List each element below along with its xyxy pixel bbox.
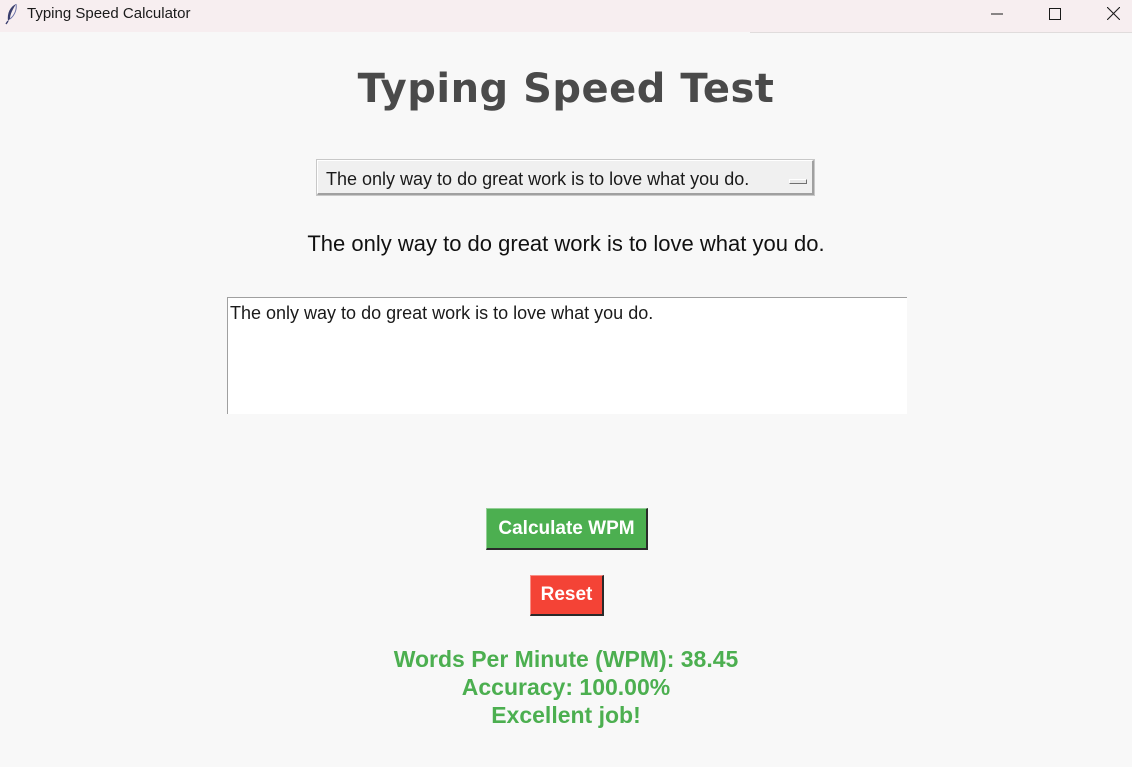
title-bar-divider <box>750 32 1132 33</box>
feedback-message: Excellent job! <box>491 702 641 728</box>
close-button[interactable] <box>1090 0 1132 32</box>
close-icon <box>1106 6 1120 25</box>
typing-input-value: The only way to do great work is to love… <box>230 303 654 323</box>
accuracy-result: Accuracy: 100.00% <box>461 674 671 700</box>
wpm-result: Words Per Minute (WPM): 38.45 <box>393 646 739 672</box>
dropdown-selected-value: The only way to do great work is to love… <box>326 169 750 189</box>
minimize-button[interactable] <box>974 0 1020 32</box>
feather-icon <box>4 3 20 25</box>
maximize-icon <box>1049 7 1061 25</box>
option-menu-indicator-icon <box>789 179 807 184</box>
results-panel: Words Per Minute (WPM): 38.45 Accuracy: … <box>0 645 1132 729</box>
app-window: Typing Speed Calculator Typing Speed Tes… <box>0 0 1132 767</box>
target-sentence: The only way to do great work is to love… <box>307 231 825 256</box>
reset-button[interactable]: Reset <box>530 575 604 616</box>
calculate-wpm-button[interactable]: Calculate WPM <box>486 508 648 550</box>
minimize-icon <box>991 7 1003 25</box>
typing-input[interactable]: The only way to do great work is to love… <box>227 297 907 414</box>
maximize-button[interactable] <box>1032 0 1078 32</box>
window-title: Typing Speed Calculator <box>27 5 191 22</box>
sentence-dropdown[interactable]: The only way to do great work is to love… <box>317 160 814 195</box>
title-bar[interactable]: Typing Speed Calculator <box>0 0 1132 32</box>
page-title: Typing Speed Test <box>357 66 775 112</box>
